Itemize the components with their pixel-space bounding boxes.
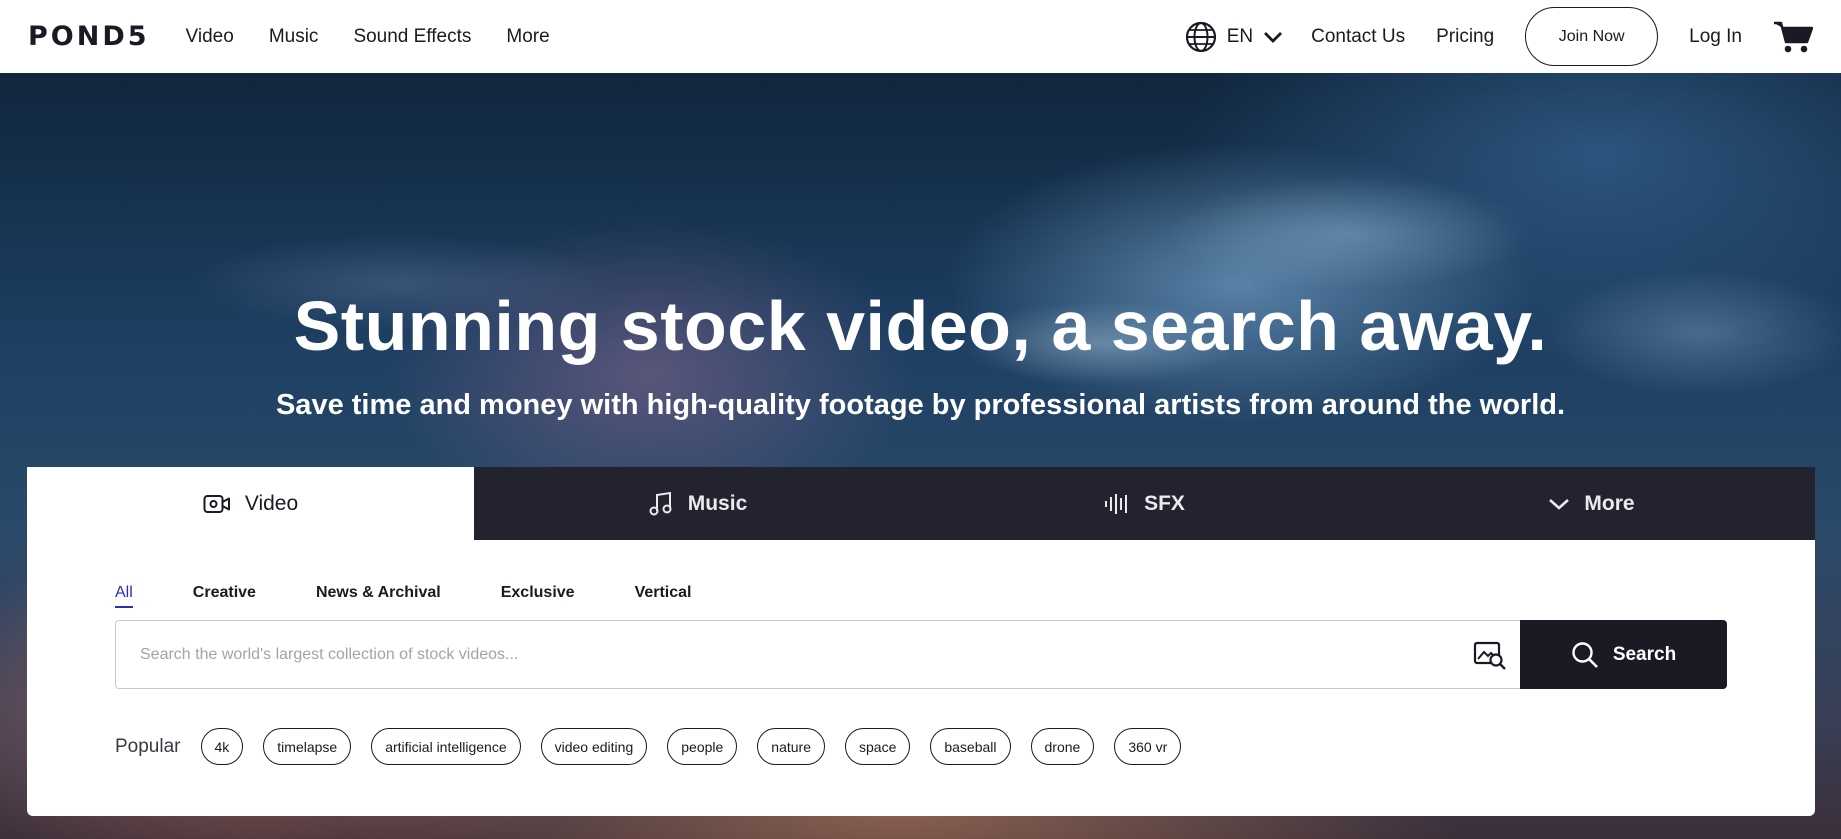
log-in-link[interactable]: Log In [1689, 26, 1742, 48]
hero-headline: Stunning stock video, a search away. [293, 287, 1548, 365]
popular-label: Popular [115, 735, 181, 757]
search-panel: All Creative News & Archival Exclusive V… [27, 540, 1815, 816]
contact-us-link[interactable]: Contact Us [1311, 26, 1405, 48]
popular-tag[interactable]: space [845, 728, 911, 765]
site-header: POND5 Video Music Sound Effects More EN … [0, 0, 1841, 73]
filter-creative[interactable]: Creative [193, 584, 256, 608]
nav-sound-effects[interactable]: Sound Effects [353, 26, 471, 48]
cart-icon [1774, 21, 1813, 52]
popular-tag[interactable]: drone [1030, 728, 1095, 765]
logo[interactable]: POND5 [28, 21, 150, 52]
nav-more[interactable]: More [506, 26, 549, 48]
header-actions: EN Contact Us Pricing Join Now Log In [1185, 7, 1813, 66]
pricing-link[interactable]: Pricing [1436, 26, 1494, 48]
popular-tag[interactable]: people [667, 728, 738, 765]
filter-vertical[interactable]: Vertical [635, 584, 692, 608]
waveform-icon [1105, 493, 1128, 514]
video-camera-icon [203, 494, 230, 513]
tab-video-label: Video [244, 491, 299, 515]
tab-sfx[interactable]: SFX [921, 467, 1368, 540]
filter-all[interactable]: All [115, 584, 133, 608]
popular-tag[interactable]: timelapse [263, 728, 352, 765]
filter-exclusive[interactable]: Exclusive [501, 584, 575, 608]
popular-searches: Popular 4k timelapse artificial intellig… [115, 728, 1201, 765]
popular-tag[interactable]: 4k [200, 728, 244, 765]
image-search-icon[interactable] [1473, 639, 1507, 671]
cart-button[interactable] [1773, 20, 1813, 54]
media-type-tabs: Video Music SFX More [27, 467, 1815, 540]
popular-tag[interactable]: nature [757, 728, 825, 765]
tab-music-label: Music [687, 491, 748, 515]
popular-tag[interactable]: artificial intelligence [371, 728, 521, 765]
search-button[interactable]: Search [1520, 620, 1727, 689]
tab-music[interactable]: Music [474, 467, 921, 540]
search-input[interactable] [140, 645, 1440, 664]
filter-news-archival[interactable]: News & Archival [316, 584, 441, 608]
search-icon [1572, 641, 1598, 668]
chevron-down-icon [1264, 31, 1283, 43]
nav-video[interactable]: Video [186, 26, 234, 48]
globe-icon [1185, 21, 1216, 52]
language-label: EN [1226, 25, 1254, 47]
tab-more[interactable]: More [1368, 467, 1815, 540]
tab-more-label: More [1584, 491, 1635, 515]
join-now-button[interactable]: Join Now [1525, 7, 1659, 66]
hero-subline: Save time and money with high-quality fo… [275, 389, 1566, 421]
search-filters: All Creative News & Archival Exclusive V… [115, 584, 752, 608]
nav-music[interactable]: Music [269, 26, 319, 48]
search-field [115, 620, 1523, 689]
search-button-label: Search [1612, 643, 1677, 665]
popular-tag[interactable]: baseball [930, 728, 1011, 765]
popular-tag[interactable]: 360 vr [1114, 728, 1182, 765]
music-note-icon [649, 491, 672, 515]
chevron-down-icon [1549, 498, 1570, 510]
popular-tag[interactable]: video editing [540, 728, 648, 765]
language-selector[interactable]: EN [1185, 21, 1283, 53]
tab-video[interactable]: Video [27, 467, 474, 540]
tab-sfx-label: SFX [1144, 491, 1185, 515]
